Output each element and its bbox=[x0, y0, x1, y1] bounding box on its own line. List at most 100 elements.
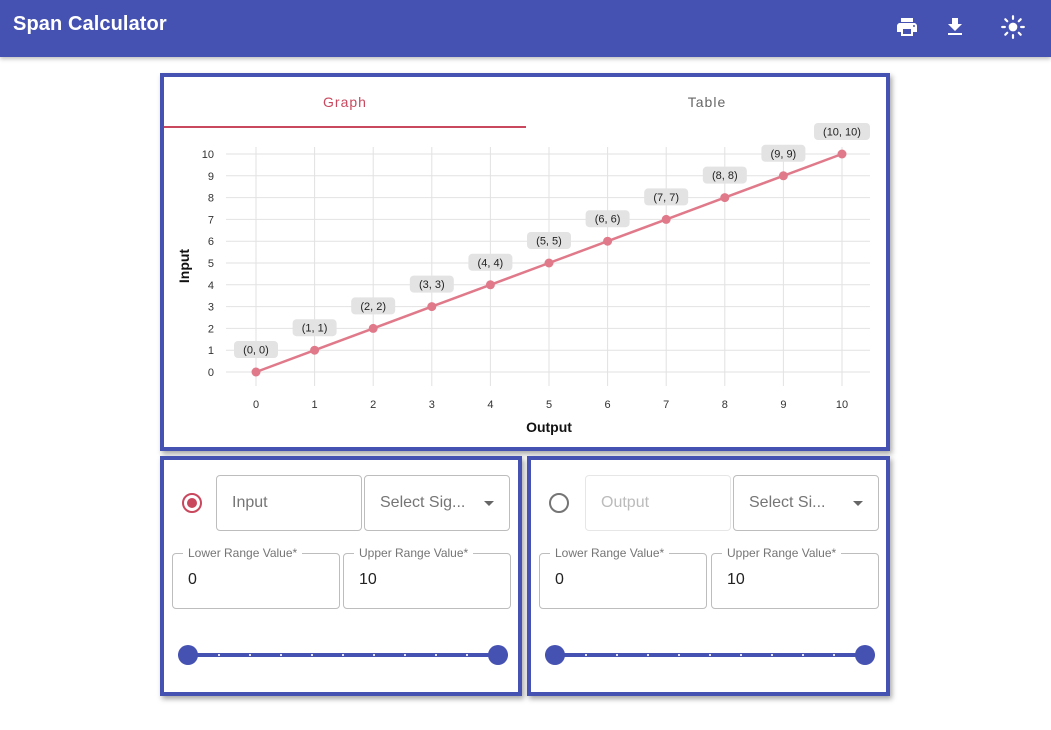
output-upper-range-value: 10 bbox=[727, 571, 745, 588]
slider-step-mark bbox=[740, 654, 742, 656]
input-lower-range-label: Lower Range Value* bbox=[183, 546, 303, 560]
y-tick-label: 8 bbox=[208, 193, 214, 205]
data-point bbox=[778, 171, 788, 181]
y-tick-label: 5 bbox=[208, 258, 214, 270]
output-range-slider[interactable] bbox=[545, 645, 875, 665]
input-upper-range-label: Upper Range Value* bbox=[354, 546, 474, 560]
slider-step-mark bbox=[833, 654, 835, 656]
slider-thumb-high[interactable] bbox=[855, 645, 875, 665]
print-button[interactable] bbox=[893, 13, 921, 41]
y-tick-label: 7 bbox=[208, 214, 214, 226]
chart-point-labels: (0, 0) (1, 1) (2, 2) (3, 3) (4, 4) (5, 5) (6, … bbox=[234, 123, 870, 358]
data-label: (10, 10) bbox=[823, 127, 861, 139]
y-tick-label: 0 bbox=[208, 367, 214, 379]
input-signal-select-value: Select Sig... bbox=[380, 494, 466, 511]
data-label: (0, 0) bbox=[243, 345, 269, 357]
data-point bbox=[427, 302, 437, 312]
slider-thumb-high[interactable] bbox=[488, 645, 508, 665]
data-label: (6, 6) bbox=[595, 214, 621, 226]
slider-step-mark bbox=[616, 654, 618, 656]
x-tick-label: 1 bbox=[312, 399, 318, 411]
slider-step-mark bbox=[218, 654, 220, 656]
data-point bbox=[603, 236, 613, 246]
output-lower-range-label: Lower Range Value* bbox=[550, 546, 670, 560]
data-point bbox=[720, 193, 730, 203]
y-tick-label: 10 bbox=[202, 149, 214, 161]
brightness-icon bbox=[1001, 15, 1025, 39]
input-upper-range-field[interactable]: Upper Range Value* 10 bbox=[343, 546, 511, 609]
slider-step-mark bbox=[280, 654, 282, 656]
output-name-field[interactable] bbox=[585, 475, 731, 531]
input-panel: Select Sig... Lower Range Value* 0 Upper… bbox=[160, 456, 522, 696]
input-upper-range-value: 10 bbox=[359, 571, 377, 588]
output-signal-select-value: Select Si... bbox=[749, 494, 826, 511]
x-tick-label: 4 bbox=[487, 399, 493, 411]
data-label: (2, 2) bbox=[360, 301, 386, 313]
app-bar: Span Calculator bbox=[0, 0, 1051, 57]
data-label: (8, 8) bbox=[712, 170, 738, 182]
x-tick-label: 6 bbox=[605, 399, 611, 411]
output-lower-range-value: 0 bbox=[555, 571, 564, 588]
download-button[interactable] bbox=[941, 13, 969, 41]
slider-step-mark bbox=[771, 654, 773, 656]
output-lower-range-field[interactable]: Lower Range Value* 0 bbox=[539, 546, 707, 609]
x-tick-label: 2 bbox=[370, 399, 376, 411]
app-title: Span Calculator bbox=[13, 13, 167, 35]
x-tick-label: 7 bbox=[663, 399, 669, 411]
data-label: (1, 1) bbox=[302, 323, 328, 335]
slider-step-mark bbox=[709, 654, 711, 656]
output-upper-range-label: Upper Range Value* bbox=[722, 546, 842, 560]
graph-card: Graph Table 0 1 2 3 4 5 6 7 8 9 10 0 1 2 3 4 5 6 7 8 9 10 Out… bbox=[160, 73, 890, 451]
slider-thumb-low[interactable] bbox=[178, 645, 198, 665]
slider-thumb-low[interactable] bbox=[545, 645, 565, 665]
y-tick-label: 6 bbox=[208, 236, 214, 248]
data-point bbox=[485, 280, 495, 290]
slider-step-mark bbox=[802, 654, 804, 656]
y-tick-label: 4 bbox=[208, 280, 214, 292]
slider-step-mark bbox=[342, 654, 344, 656]
data-point bbox=[837, 149, 847, 159]
slider-step-mark bbox=[466, 654, 468, 656]
y-tick-label: 1 bbox=[208, 345, 214, 357]
input-signal-select[interactable]: Select Sig... bbox=[364, 475, 510, 531]
data-point bbox=[310, 345, 320, 355]
theme-toggle-button[interactable] bbox=[999, 13, 1027, 41]
data-point bbox=[251, 367, 261, 377]
x-tick-label: 0 bbox=[253, 399, 259, 411]
x-tick-label: 3 bbox=[429, 399, 435, 411]
slider-step-mark bbox=[373, 654, 375, 656]
slider-step-mark bbox=[585, 654, 587, 656]
slider-step-mark bbox=[404, 654, 406, 656]
data-label: (7, 7) bbox=[653, 192, 679, 204]
output-radio[interactable] bbox=[549, 493, 569, 513]
input-name-field[interactable] bbox=[216, 475, 362, 531]
slider-step-mark bbox=[311, 654, 313, 656]
input-range-slider[interactable] bbox=[178, 645, 508, 665]
data-point bbox=[544, 258, 554, 268]
x-tick-label: 8 bbox=[722, 399, 728, 411]
data-label: (4, 4) bbox=[478, 257, 504, 269]
chevron-down-icon bbox=[853, 500, 863, 506]
data-label: (3, 3) bbox=[419, 279, 445, 291]
x-tick-label: 10 bbox=[836, 399, 848, 411]
output-panel: Select Si... Lower Range Value* 0 Upper … bbox=[527, 456, 890, 696]
output-upper-range-field[interactable]: Upper Range Value* 10 bbox=[711, 546, 879, 609]
x-axis-label: Output bbox=[526, 419, 572, 435]
data-label: (9, 9) bbox=[771, 148, 797, 160]
download-icon bbox=[948, 18, 962, 35]
output-signal-select[interactable]: Select Si... bbox=[733, 475, 879, 531]
input-radio[interactable] bbox=[182, 493, 202, 513]
line-chart: 0 1 2 3 4 5 6 7 8 9 10 0 1 2 3 4 5 6 7 8 9 10 Output Input (0… bbox=[176, 123, 870, 435]
data-point bbox=[661, 214, 671, 224]
print-icon bbox=[897, 18, 917, 36]
slider-step-mark bbox=[435, 654, 437, 656]
y-axis-label: Input bbox=[176, 249, 192, 284]
input-lower-range-field[interactable]: Lower Range Value* 0 bbox=[172, 546, 340, 609]
x-tick-label: 5 bbox=[546, 399, 552, 411]
input-lower-range-value: 0 bbox=[188, 571, 197, 588]
x-tick-label: 9 bbox=[780, 399, 786, 411]
data-label: (5, 5) bbox=[536, 236, 562, 248]
slider-step-mark bbox=[249, 654, 251, 656]
slider-step-mark bbox=[678, 654, 680, 656]
y-tick-label: 9 bbox=[208, 171, 214, 183]
